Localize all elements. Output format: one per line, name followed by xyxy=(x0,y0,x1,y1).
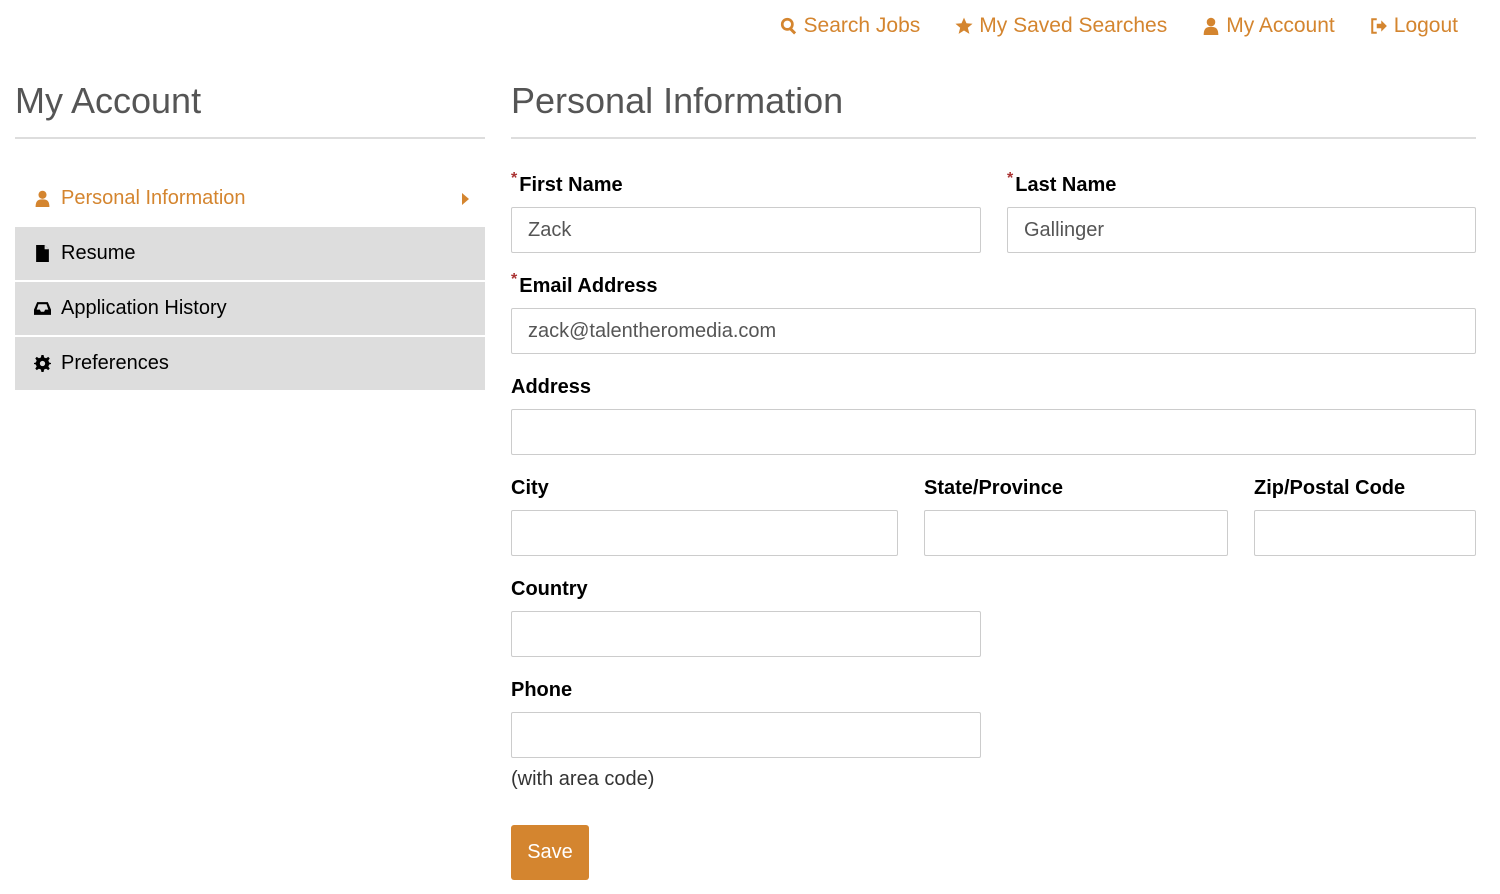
last-name-input[interactable] xyxy=(1007,207,1476,253)
required-marker: * xyxy=(511,271,518,288)
email-label: * Email Address xyxy=(511,271,658,297)
inbox-icon xyxy=(34,302,51,315)
phone-help-text: (with area code) xyxy=(511,768,655,790)
zip-label: Zip/Postal Code xyxy=(1254,477,1406,499)
address-label: Address xyxy=(511,376,592,398)
search-icon xyxy=(780,17,796,35)
city-group: City xyxy=(511,477,898,556)
required-marker: * xyxy=(1007,170,1014,187)
logout-link[interactable]: Logout xyxy=(1370,14,1458,38)
zip-group: Zip/Postal Code xyxy=(1254,477,1476,556)
state-group: State/Province xyxy=(924,477,1228,556)
email-group: * Email Address xyxy=(511,271,1476,354)
main-content: Personal Information *First Name *Last N… xyxy=(511,80,1476,880)
last-name-label: * Last Name xyxy=(1007,170,1117,196)
caret-right-icon xyxy=(462,192,469,205)
city-label: City xyxy=(511,477,549,499)
first-name-input[interactable] xyxy=(511,207,981,253)
sidebar-item-label: Personal Information xyxy=(61,187,246,209)
phone-input[interactable] xyxy=(511,712,981,758)
star-icon xyxy=(955,17,973,34)
sidebar-menu: Personal Information Resume Application … xyxy=(15,172,485,390)
my-account-link[interactable]: My Account xyxy=(1202,14,1335,38)
sidebar-item-label: Application History xyxy=(61,297,227,319)
file-icon xyxy=(36,245,49,262)
address-group: Address xyxy=(511,376,1476,455)
sidebar-item-resume[interactable]: Resume xyxy=(15,227,485,280)
search-jobs-label: Search Jobs xyxy=(803,14,921,37)
personal-info-form: *First Name *Last Name *Email Address Ad… xyxy=(511,170,1476,880)
logout-label: Logout xyxy=(1393,14,1458,37)
country-input[interactable] xyxy=(511,611,981,657)
sidebar-item-application-history[interactable]: Application History xyxy=(15,282,485,335)
address-input[interactable] xyxy=(511,409,1476,455)
sidebar-item-label: Resume xyxy=(61,242,136,264)
saved-searches-link[interactable]: My Saved Searches xyxy=(955,14,1167,38)
phone-label: Phone xyxy=(511,679,573,701)
page-title: Personal Information xyxy=(511,80,1476,139)
search-jobs-link[interactable]: Search Jobs xyxy=(780,14,921,38)
zip-input[interactable] xyxy=(1254,510,1476,556)
first-name-group: * First Name xyxy=(511,170,981,253)
save-button[interactable]: Save xyxy=(511,825,589,880)
country-label: Country xyxy=(511,578,588,600)
sidebar-item-preferences[interactable]: Preferences xyxy=(15,337,485,390)
user-icon xyxy=(35,190,50,207)
first-name-label: * First Name xyxy=(511,170,623,196)
phone-group: Phone (with area code) xyxy=(511,679,981,791)
city-input[interactable] xyxy=(511,510,898,556)
country-group: Country xyxy=(511,578,981,657)
user-icon xyxy=(1203,17,1219,35)
sidebar-item-label: Preferences xyxy=(61,352,169,374)
state-input[interactable] xyxy=(924,510,1228,556)
saved-searches-label: My Saved Searches xyxy=(979,14,1168,37)
logout-icon xyxy=(1371,18,1387,34)
last-name-group: * Last Name xyxy=(1007,170,1476,253)
sidebar: My Account Personal Information Resume A… xyxy=(15,80,485,392)
email-input[interactable] xyxy=(511,308,1476,354)
my-account-label: My Account xyxy=(1226,14,1335,37)
state-label: State/Province xyxy=(924,477,1063,499)
gear-icon xyxy=(34,355,51,372)
sidebar-title: My Account xyxy=(15,80,485,139)
required-marker: * xyxy=(511,170,518,187)
sidebar-item-personal-information[interactable]: Personal Information xyxy=(15,172,485,225)
top-nav: Search Jobs My Saved Searches My Account… xyxy=(780,14,1458,38)
